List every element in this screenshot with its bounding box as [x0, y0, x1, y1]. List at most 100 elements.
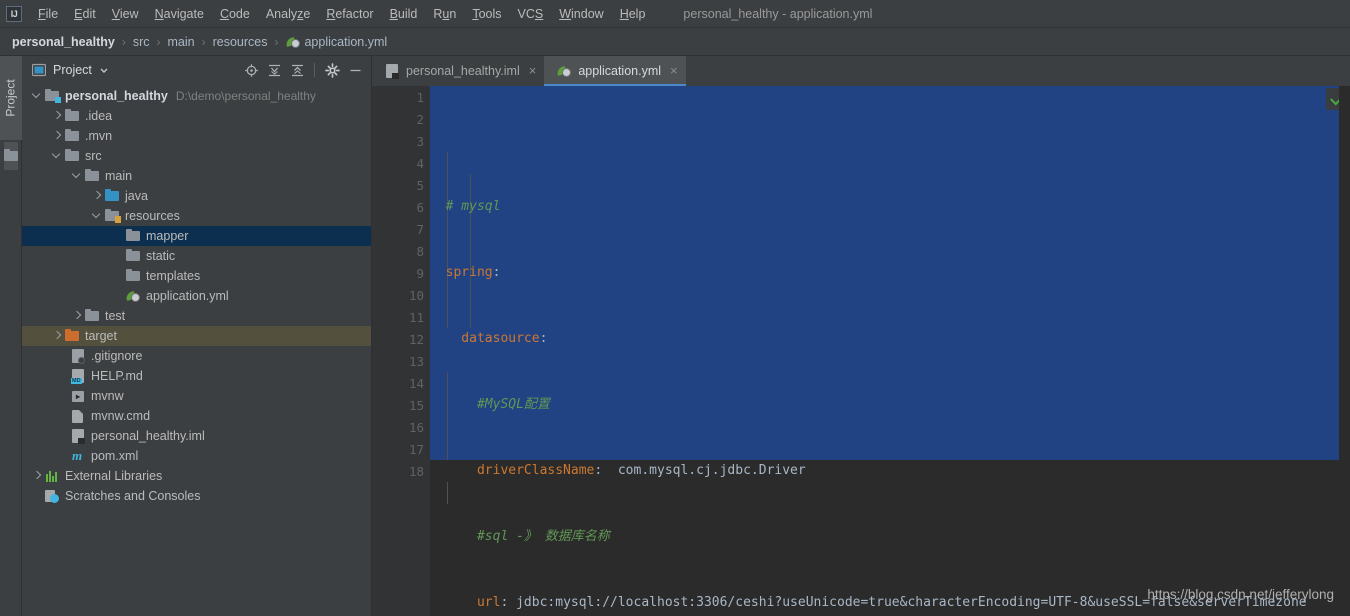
chevron-right-icon[interactable]: [90, 189, 104, 203]
line-number: 7: [416, 221, 424, 237]
close-icon[interactable]: ×: [529, 64, 537, 77]
tree-item-personal-healthy[interactable]: personal_healthy D:\demo\personal_health…: [22, 86, 371, 106]
scratches-icon: [44, 488, 60, 504]
project-panel-header: Project: [22, 56, 371, 84]
tree-item-label: External Libraries: [65, 469, 163, 483]
tree-item-label: main: [105, 169, 133, 183]
menu-vcs[interactable]: VCS: [510, 5, 552, 23]
tree-item-label: HELP.md: [91, 369, 143, 383]
chevron-down-icon[interactable]: [70, 169, 84, 183]
code-line-7: #sql -》 数据库名称: [430, 529, 610, 544]
chevron-right-icon[interactable]: [50, 109, 64, 123]
tree-item-mapper[interactable]: mapper: [22, 226, 371, 246]
editor-scrollbar[interactable]: [1339, 86, 1350, 616]
breadcrumb-item-main[interactable]: main: [168, 35, 195, 49]
chevron-right-icon[interactable]: [50, 129, 64, 143]
tree-item-pom-xml[interactable]: m pom.xml: [22, 446, 371, 466]
line-number: 9: [416, 265, 424, 281]
line-number: 13: [408, 353, 424, 369]
hide-panel-icon[interactable]: [345, 60, 365, 80]
chevron-down-icon[interactable]: [99, 65, 109, 75]
tree-item-mvn[interactable]: .mvn: [22, 126, 371, 146]
tree-item-external-libraries[interactable]: External Libraries: [22, 466, 371, 486]
folder-icon: [84, 308, 100, 324]
editor-tab-application-yml[interactable]: application.yml ×: [544, 56, 686, 86]
left-tool-strip: Project: [0, 56, 22, 616]
tree-item-test[interactable]: test: [22, 306, 371, 326]
tree-item-iml[interactable]: personal_healthy.iml: [22, 426, 371, 446]
collapse-all-icon[interactable]: [287, 60, 307, 80]
tree-item-help-md[interactable]: HELP.md: [22, 366, 371, 386]
menu-build[interactable]: Build: [382, 5, 426, 23]
menu-edit[interactable]: Edit: [66, 5, 104, 23]
editor-tab-personal-healthy-iml[interactable]: personal_healthy.iml ×: [372, 56, 544, 86]
menu-refactor[interactable]: Refactor: [318, 5, 381, 23]
folder-icon[interactable]: [4, 142, 18, 170]
tree-item-scratches-and-consoles[interactable]: Scratches and Consoles: [22, 486, 371, 506]
intellij-idea-window: IJ File Edit View Navigate Code Analyze …: [0, 0, 1350, 616]
menu-file[interactable]: File: [30, 5, 66, 23]
code-scroll-area[interactable]: # mysql spring: datasource: #MySQL配置 dri…: [430, 86, 1350, 616]
gitignore-file-icon: [70, 348, 86, 364]
chevron-down-icon[interactable]: [90, 209, 104, 223]
menu-tools[interactable]: Tools: [464, 5, 509, 23]
menu-navigate[interactable]: Navigate: [147, 5, 212, 23]
tree-item-label: Scratches and Consoles: [65, 489, 201, 503]
project-tool-window: Project personal_healthy D:\demo\persona…: [22, 56, 372, 616]
breadcrumb-item-resources[interactable]: resources: [213, 35, 268, 49]
close-icon[interactable]: ×: [670, 64, 678, 77]
breadcrumb-item-project[interactable]: personal_healthy: [12, 35, 115, 49]
menu-code[interactable]: Code: [212, 5, 258, 23]
menu-run[interactable]: Run: [425, 5, 464, 23]
tree-item-mvnw[interactable]: ▸ mvnw: [22, 386, 371, 406]
tree-item-label: .mvn: [85, 129, 113, 143]
project-view-icon: [32, 63, 46, 77]
menu-bar: IJ File Edit View Navigate Code Analyze …: [0, 0, 1350, 28]
tree-item-templates[interactable]: templates: [22, 266, 371, 286]
project-view-selector[interactable]: Project: [32, 63, 241, 77]
tree-item-label: src: [85, 149, 102, 163]
tree-item-static[interactable]: static: [22, 246, 371, 266]
markdown-file-icon: [70, 368, 86, 384]
tree-item-java[interactable]: java: [22, 186, 371, 206]
code-editor[interactable]: 1 2 3 4 5 6 7 8 9 10 11 12 13 14 15 16 1…: [372, 86, 1350, 616]
line-number: 11: [408, 309, 424, 325]
breadcrumb-item-src[interactable]: src: [133, 35, 150, 49]
tree-item-main[interactable]: main: [22, 166, 371, 186]
menu-window[interactable]: Window: [551, 5, 611, 23]
tree-item-src[interactable]: src: [22, 146, 371, 166]
tree-item-gitignore[interactable]: .gitignore: [22, 346, 371, 366]
tree-item-mvnw-cmd[interactable]: mvnw.cmd: [22, 406, 371, 426]
tree-item-application-yml[interactable]: application.yml: [22, 286, 371, 306]
line-number: 6: [416, 199, 424, 215]
menu-view[interactable]: View: [104, 5, 147, 23]
breadcrumb-item-file[interactable]: application.yml: [285, 34, 387, 50]
chevron-right-icon[interactable]: [50, 329, 64, 343]
tree-item-target[interactable]: target: [22, 326, 371, 346]
code-line-5: #MySQL配置: [430, 397, 550, 412]
locate-in-tree-icon[interactable]: [241, 60, 261, 80]
chevron-right-icon[interactable]: [70, 309, 84, 323]
menu-analyze[interactable]: Analyze: [258, 5, 318, 23]
tree-item-idea[interactable]: .idea: [22, 106, 371, 126]
iml-file-icon: [384, 63, 400, 79]
menu-help[interactable]: Help: [612, 5, 654, 23]
chevron-right-icon[interactable]: [30, 469, 44, 483]
code-text[interactable]: # mysql spring: datasource: #MySQL配置 dri…: [430, 86, 1307, 616]
line-number: 14: [408, 375, 424, 391]
chevron-down-icon[interactable]: [50, 149, 64, 163]
tree-item-label: mvnw.cmd: [91, 409, 151, 423]
intellij-logo-icon[interactable]: IJ: [6, 5, 22, 22]
shell-script-icon: ▸: [70, 388, 86, 404]
code-line-3: spring:: [430, 265, 501, 280]
settings-gear-icon[interactable]: [322, 60, 342, 80]
tree-item-label: .gitignore: [91, 349, 143, 363]
editor-gutter[interactable]: 1 2 3 4 5 6 7 8 9 10 11 12 13 14 15 16 1…: [372, 86, 430, 616]
expand-all-icon[interactable]: [264, 60, 284, 80]
line-number: 18: [408, 463, 424, 479]
breadcrumb-separator: ›: [121, 34, 126, 49]
tree-item-resources[interactable]: resources: [22, 206, 371, 226]
line-number: 3: [416, 133, 424, 149]
chevron-down-icon[interactable]: [30, 89, 44, 103]
tool-window-button-project[interactable]: Project: [0, 56, 22, 140]
